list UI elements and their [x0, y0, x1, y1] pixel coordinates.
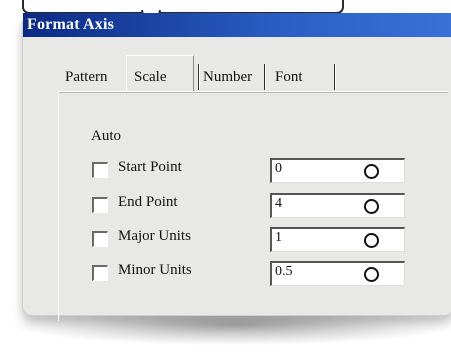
title-bar: Format Axis: [23, 13, 451, 37]
start-point-row: Start Point 0: [92, 158, 451, 183]
major-units-value: 1: [275, 230, 282, 245]
tab-strip: Pattern Scale Number Font: [58, 52, 348, 102]
tab-panel-left-edge: [58, 91, 59, 321]
tab-divider: [265, 64, 266, 90]
major-units-label: Major Units: [118, 228, 191, 244]
tab-scale[interactable]: Scale: [134, 66, 166, 88]
auto-group-label: Auto: [91, 128, 121, 144]
start-point-label: Start Point: [118, 159, 182, 175]
dialog-title: Format Axis: [27, 16, 115, 33]
minor-units-value: 0.5: [275, 264, 293, 279]
callout-box: [22, 0, 344, 14]
end-point-field[interactable]: 4: [270, 193, 405, 218]
tab-divider: [335, 64, 336, 90]
circle-marker-icon: [364, 267, 379, 282]
major-units-auto-checkbox[interactable]: [92, 231, 108, 247]
tab-panel-edge-shadow: [58, 92, 448, 93]
start-point-field[interactable]: 0: [270, 158, 405, 183]
tab-font[interactable]: Font: [275, 66, 303, 88]
circle-marker-icon: [364, 199, 379, 214]
start-point-value: 0: [275, 161, 282, 176]
tab-pattern[interactable]: Pattern: [65, 66, 108, 88]
minor-units-label: Minor Units: [118, 262, 192, 278]
minor-units-auto-checkbox[interactable]: [92, 265, 108, 281]
end-point-value: 4: [275, 196, 282, 211]
tab-number[interactable]: Number: [203, 66, 252, 88]
start-point-auto-checkbox[interactable]: [92, 162, 108, 178]
end-point-auto-checkbox[interactable]: [92, 197, 108, 213]
end-point-label: End Point: [118, 194, 178, 210]
minor-units-field[interactable]: 0.5: [270, 261, 405, 286]
end-point-row: End Point 4: [92, 193, 451, 218]
tab-divider: [199, 64, 200, 90]
circle-marker-icon: [364, 164, 379, 179]
major-units-row: Major Units 1: [92, 227, 451, 252]
major-units-field[interactable]: 1: [270, 227, 405, 252]
circle-marker-icon: [364, 233, 379, 248]
minor-units-row: Minor Units 0.5: [92, 261, 451, 286]
